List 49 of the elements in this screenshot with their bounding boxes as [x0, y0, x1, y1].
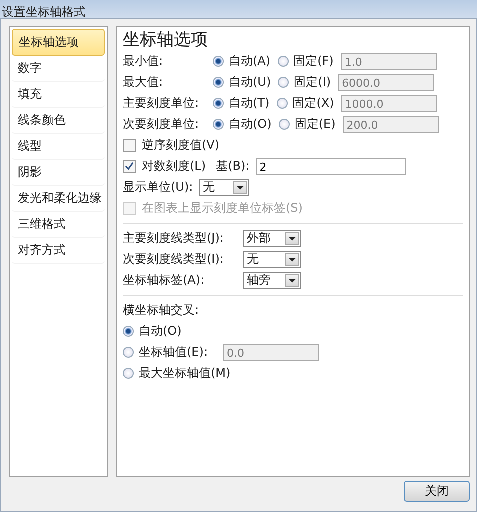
dropdown[interactable]: 无	[243, 251, 301, 268]
sidebar-item[interactable]: 线型	[12, 134, 105, 160]
input-field[interactable]: 1.0	[340, 53, 437, 70]
radio-option[interactable]: 固定(I)	[278, 74, 332, 91]
checkbox-option[interactable]: 逆序刻度值(V)	[123, 137, 220, 154]
input-field[interactable]: 200.0	[342, 116, 439, 133]
caret-icon	[233, 181, 248, 194]
checkbox-option[interactable]: 对数刻度(L)	[123, 158, 206, 175]
caret-icon	[285, 232, 299, 245]
field-label: 主要刻度线类型(J):	[123, 230, 225, 247]
caret-icon	[285, 253, 299, 266]
input-field[interactable]: 6000.0	[338, 74, 434, 91]
section-label: 横坐标轴交叉:	[123, 302, 200, 319]
sidebar-item[interactable]: 坐标轴选项	[12, 29, 105, 56]
radio-option[interactable]: 坐标轴值(E):	[123, 344, 208, 361]
radio-option[interactable]: 自动(T)	[213, 95, 270, 112]
sidebar-item[interactable]: 三维格式	[12, 212, 105, 238]
sidebar-item[interactable]: 填充	[12, 82, 105, 108]
field-label: 次要刻度单位:	[123, 116, 200, 133]
field-label: 次要刻度线类型(I):	[123, 251, 225, 268]
dropdown[interactable]: 外部	[243, 230, 301, 247]
radio-option[interactable]: 自动(O)	[213, 116, 272, 133]
input-field[interactable]: 1000.0	[341, 95, 438, 112]
radio-option[interactable]: 自动(A)	[213, 53, 271, 70]
close-button[interactable]: 关闭	[404, 481, 470, 502]
field-label: 基(B):	[216, 158, 250, 175]
radio-option[interactable]: 自动(O)	[123, 323, 182, 340]
input-field[interactable]: 2	[256, 158, 406, 175]
dropdown[interactable]: 轴旁	[243, 272, 301, 289]
radio-option[interactable]: 固定(E)	[278, 116, 336, 133]
field-label: 主要刻度单位:	[123, 95, 200, 112]
radio-option[interactable]: 固定(F)	[278, 53, 334, 70]
panel-title: 坐标轴选项	[123, 29, 209, 51]
dropdown[interactable]: 无	[199, 179, 250, 196]
input-field[interactable]: 0.0	[223, 344, 319, 361]
radio-option[interactable]: 自动(U)	[213, 74, 272, 91]
radio-option[interactable]: 固定(X)	[276, 95, 334, 112]
field-label: 最小值:	[123, 53, 164, 70]
sidebar-item[interactable]: 阴影	[12, 160, 105, 186]
sidebar-item[interactable]: 数字	[12, 56, 105, 82]
sidebar-item[interactable]: 对齐方式	[12, 238, 105, 264]
window-title: 设置坐标轴格式	[2, 6, 86, 18]
sidebar-item[interactable]: 发光和柔化边缘	[12, 186, 105, 212]
radio-option[interactable]: 最大坐标轴值(M)	[123, 365, 231, 382]
caret-icon	[285, 274, 299, 287]
field-label: 坐标轴标签(A):	[123, 272, 206, 289]
field-label: 显示单位(U):	[123, 179, 194, 196]
sidebar-item[interactable]: 线条颜色	[12, 108, 105, 134]
field-label: 最大值:	[123, 74, 164, 91]
